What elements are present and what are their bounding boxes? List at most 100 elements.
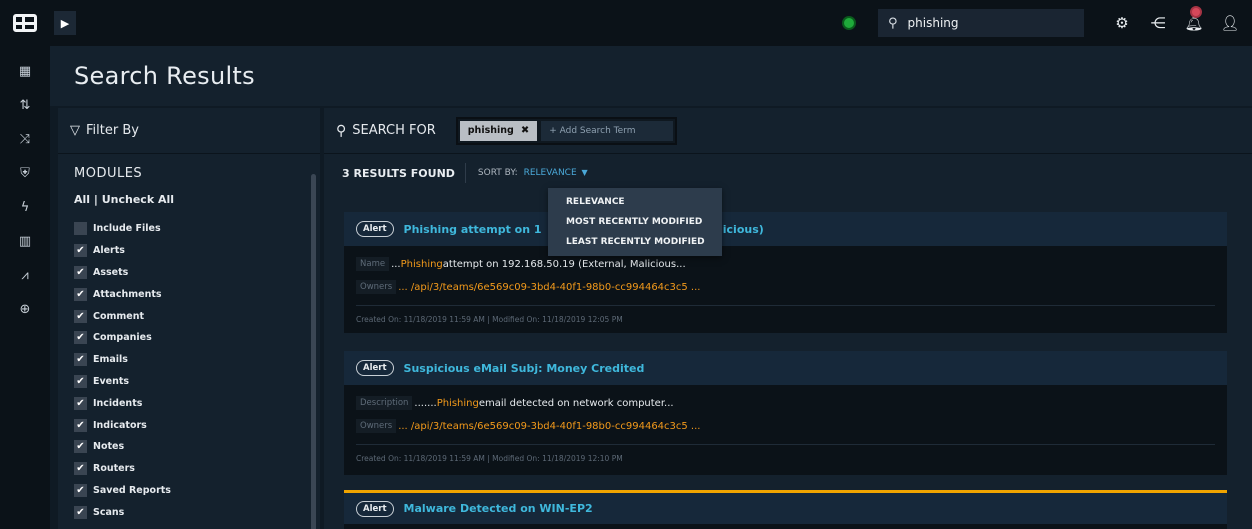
- nav-resources[interactable]: ▥: [0, 224, 50, 258]
- checkbox-unchecked-icon[interactable]: [74, 222, 87, 236]
- check-all-toggle[interactable]: All | Uncheck All: [58, 181, 320, 206]
- module-label: Alerts: [93, 245, 125, 257]
- module-label: Scans: [93, 506, 125, 518]
- module-label: Notes: [93, 441, 125, 453]
- global-search[interactable]: ⚲: [878, 9, 1084, 37]
- result-title-link[interactable]: Phishing attempt on 1: [404, 223, 542, 236]
- result-card-header: Alert Phishing attempt on 1 alicious): [344, 212, 1227, 246]
- chevron-down-icon: ▼: [581, 168, 588, 177]
- owner-link[interactable]: ... /api/3/teams/6e569c09-3bd4-40f1-98b0…: [398, 421, 700, 432]
- global-search-input[interactable]: [907, 16, 1058, 30]
- sort-option-least-recent[interactable]: LEAST RECENTLY MODIFIED: [566, 235, 722, 255]
- search-for-text: SEARCH FOR: [352, 123, 436, 138]
- search-term-chip[interactable]: phishing ✖: [459, 120, 538, 141]
- module-checkbox-item[interactable]: ✔ Alerts: [74, 240, 320, 262]
- result-type-badge: Alert: [356, 500, 394, 517]
- nav-reports[interactable]: ⩘: [0, 258, 50, 292]
- module-label: Saved Reports: [93, 484, 171, 496]
- result-card-header: Alert Suspicious eMail Subj: Money Credi…: [344, 351, 1227, 385]
- nav-automation[interactable]: ⤨: [0, 122, 50, 156]
- checkbox-checked-icon[interactable]: ✔: [74, 440, 87, 454]
- result-card[interactable]: Alert Malware Detected on WIN-EP2: [344, 490, 1227, 529]
- user-menu-button[interactable]: 👤︎: [1216, 14, 1244, 32]
- module-label: Events: [93, 375, 130, 387]
- sort-dropdown[interactable]: SORT BY: RELEVANCE ▼: [478, 168, 588, 178]
- module-checkbox-item[interactable]: ✔ Saved Reports: [74, 480, 320, 502]
- filter-scrollbar[interactable]: [311, 174, 316, 529]
- settings-button[interactable]: ⚙: [1108, 14, 1136, 32]
- owner-link[interactable]: ... /api/3/teams/6e569c09-3bd4-40f1-98b0…: [398, 282, 700, 293]
- page-header: Search Results: [50, 46, 1252, 106]
- field-prefix: .......: [414, 397, 437, 409]
- nav-dashboard[interactable]: ▦: [0, 54, 50, 88]
- module-label: Emails: [93, 354, 128, 366]
- module-checkbox-item[interactable]: ✔ Notes: [74, 436, 320, 458]
- sort-option-most-recent[interactable]: MOST RECENTLY MODIFIED: [566, 215, 722, 235]
- module-checkbox-item[interactable]: ✔ Companies: [74, 327, 320, 349]
- module-checkbox-item[interactable]: ✔ Attachments: [74, 283, 320, 305]
- module-label: Companies: [93, 332, 152, 344]
- add-search-term-input[interactable]: + Add Search Term: [541, 120, 674, 141]
- result-title-link[interactable]: Malware Detected on WIN-EP2: [404, 502, 593, 515]
- nav-threat-intel[interactable]: ⊕: [0, 292, 50, 326]
- module-checkbox-item[interactable]: ✔ Scans: [74, 501, 320, 523]
- result-card-header: Alert Malware Detected on WIN-EP2: [344, 490, 1227, 524]
- remove-term-icon[interactable]: ✖: [521, 125, 529, 136]
- result-card[interactable]: Alert Suspicious eMail Subj: Money Credi…: [344, 351, 1227, 475]
- sort-option-relevance[interactable]: RELEVANCE: [566, 195, 722, 215]
- checkbox-checked-icon[interactable]: ✔: [74, 287, 87, 301]
- expand-sidebar-button[interactable]: ▶: [54, 11, 76, 35]
- module-label: Attachments: [93, 288, 162, 300]
- result-title-link[interactable]: Suspicious eMail Subj: Money Credited: [404, 362, 645, 375]
- result-card-body: Description ....... Phishing email detec…: [344, 385, 1227, 466]
- checkbox-checked-icon[interactable]: ✔: [74, 244, 87, 258]
- checkbox-checked-icon[interactable]: ✔: [74, 505, 87, 519]
- results-count: 3 RESULTS FOUND: [342, 163, 466, 183]
- dashboard-icon: ▦: [18, 63, 32, 79]
- app-logo[interactable]: [0, 0, 50, 46]
- checkbox-checked-icon[interactable]: ✔: [74, 418, 87, 432]
- module-checkbox-item[interactable]: ✔ Incidents: [74, 392, 320, 414]
- checkbox-checked-icon[interactable]: ✔: [74, 483, 87, 497]
- filter-header: ▽ Filter By: [58, 108, 320, 154]
- sort-label: SORT BY:: [477, 168, 518, 178]
- top-bar: ▶ ⚲ ⚙ ⋲ 🔔︎ 👤︎: [0, 0, 1252, 46]
- nav-sort[interactable]: ⇅: [0, 88, 50, 122]
- briefcase-icon: ▥: [18, 233, 32, 249]
- module-checkbox-item[interactable]: ✔ Routers: [74, 458, 320, 480]
- expand-icon: ▶: [60, 16, 70, 30]
- module-label: Assets: [93, 266, 129, 278]
- checkbox-checked-icon[interactable]: ✔: [74, 396, 87, 410]
- checkbox-checked-icon[interactable]: ✔: [74, 331, 87, 345]
- result-card[interactable]: Alert Phishing attempt on 1 alicious) Na…: [344, 212, 1227, 333]
- module-label: Comment: [93, 310, 145, 322]
- checkbox-checked-icon[interactable]: ✔: [74, 309, 87, 323]
- app-root: ▶ ⚲ ⚙ ⋲ 🔔︎ 👤︎ ▦ ⇅ ⤨ ⛨ ϟ ▥ ⩘ ⊕ Search Res: [0, 0, 1252, 529]
- search-term-text: phishing: [467, 125, 514, 136]
- module-checkbox-item[interactable]: ✔ Comment: [74, 305, 320, 327]
- nav-incidents[interactable]: ϟ: [0, 190, 50, 224]
- result-meta: Created On: 11/18/2019 11:59 AM | Modifi…: [356, 444, 1215, 466]
- checkbox-checked-icon[interactable]: ✔: [74, 462, 87, 476]
- network-button[interactable]: ⋲: [1144, 14, 1172, 32]
- shuffle-icon: ⤨: [19, 131, 31, 147]
- filter-heading: Filter By: [86, 123, 139, 138]
- checkbox-checked-icon[interactable]: ✔: [74, 374, 87, 388]
- module-label: Include Files: [93, 223, 161, 235]
- result-meta: Created On: 11/18/2019 11:59 AM | Modifi…: [356, 305, 1215, 327]
- module-list: Include Files ✔ Alerts ✔ Assets ✔ Attachments ✔…: [58, 206, 320, 523]
- sort-value: RELEVANCE: [523, 168, 577, 178]
- module-checkbox-item[interactable]: ✔ Indicators: [74, 414, 320, 436]
- shield-icon: ⛨: [20, 165, 30, 181]
- module-checkbox-item[interactable]: ✔ Assets: [74, 262, 320, 284]
- module-checkbox-item[interactable]: Include Files: [74, 218, 320, 240]
- checkbox-checked-icon[interactable]: ✔: [74, 353, 87, 367]
- filter-panel: ▽ Filter By MODULES All | Uncheck All In…: [58, 108, 320, 529]
- status-icon[interactable]: [842, 16, 856, 30]
- results-panel: ⚲ SEARCH FOR phishing ✖ + Add Search Ter…: [324, 108, 1252, 529]
- checkbox-checked-icon[interactable]: ✔: [74, 265, 87, 279]
- nav-security[interactable]: ⛨: [0, 156, 50, 190]
- module-checkbox-item[interactable]: ✔ Emails: [74, 349, 320, 371]
- notifications-button[interactable]: 🔔︎: [1180, 6, 1208, 32]
- module-checkbox-item[interactable]: ✔ Events: [74, 371, 320, 393]
